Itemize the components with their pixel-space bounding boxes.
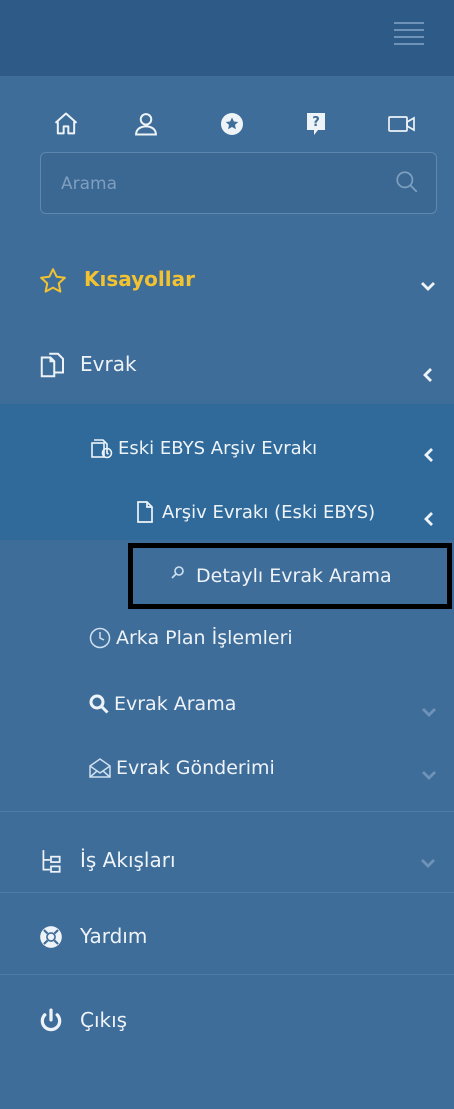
chevron-down-icon [422,708,436,717]
submenu-item-detayli-arama[interactable]: Detaylı Evrak Arama [170,558,392,594]
submenu-item-label: Arşiv Evrakı (Eski EBYS) [162,501,376,523]
menu-item-evrak-gonderimi[interactable]: Evrak Gönderimi [88,750,275,786]
svg-text:?: ? [312,115,320,130]
file-icon [137,501,153,523]
video-icon[interactable] [386,108,418,140]
divider [0,974,454,975]
history-doc-icon [91,439,113,459]
menu-item-shortcuts[interactable]: Kısayollar [0,256,454,306]
submenu-item-label: Eski EBYS Arşiv Evrakı [118,437,318,459]
sidebar: ? Kısayollar Evrak Eski EBYS Arşiv Evrak… [0,0,454,1109]
search-box [40,152,437,214]
chevron-down-icon [421,859,435,868]
search-icon[interactable] [394,169,422,197]
help-icon[interactable]: ? [300,108,332,140]
lifebuoy-icon [40,926,62,948]
search-bold-icon [89,694,109,714]
chevron-left-icon [423,368,432,382]
chevron-down-icon [422,771,436,780]
menu-item-arka-plan[interactable]: Arka Plan İşlemleri [88,620,293,656]
divider [0,811,454,812]
menu-item-label: Arka Plan İşlemleri [116,627,293,649]
menu-item-is-akislari[interactable]: İş Akışları [0,836,454,886]
star-outline-icon [40,268,66,293]
menu-item-evrak-arama[interactable]: Evrak Arama [88,686,236,722]
menu-item-label: Kısayollar [84,267,195,291]
submenu-item-eski-ebys[interactable]: Eski EBYS Arşiv Evrakı [90,430,317,466]
menu-item-evrak[interactable]: Evrak [0,340,454,390]
quick-icon-row: ? [0,102,454,146]
magnifier-icon [171,566,184,579]
chevron-down-icon [421,282,435,291]
menu-item-label: İş Akışları [80,848,176,872]
documents-icon [40,352,64,378]
menu-item-label: Çıkış [80,1008,128,1032]
hamburger-menu-icon[interactable] [394,22,424,48]
menu-item-label: Evrak [80,352,137,376]
divider [0,892,454,893]
envelope-icon [89,758,111,778]
search-input[interactable] [59,167,383,201]
menu-item-label: Evrak Arama [114,693,237,715]
menu-item-cikis[interactable]: Çıkış [0,996,454,1046]
workflow-icon [42,850,61,873]
chevron-left-icon [424,512,433,526]
menu-item-yardim[interactable]: Yardım [0,912,454,962]
power-icon [40,1008,62,1032]
submenu-item-label: Detaylı Evrak Arama [196,565,392,587]
user-icon[interactable] [130,108,162,140]
home-icon[interactable] [50,108,82,140]
submenu-item-arsiv-evraki[interactable]: Arşiv Evrakı (Eski EBYS) [134,494,375,530]
chevron-left-icon [424,448,433,462]
star-circle-icon[interactable] [216,108,248,140]
clock-icon [89,627,111,649]
menu-item-label: Yardım [80,924,148,948]
top-bar [0,0,454,76]
menu-item-label: Evrak Gönderimi [116,757,275,779]
